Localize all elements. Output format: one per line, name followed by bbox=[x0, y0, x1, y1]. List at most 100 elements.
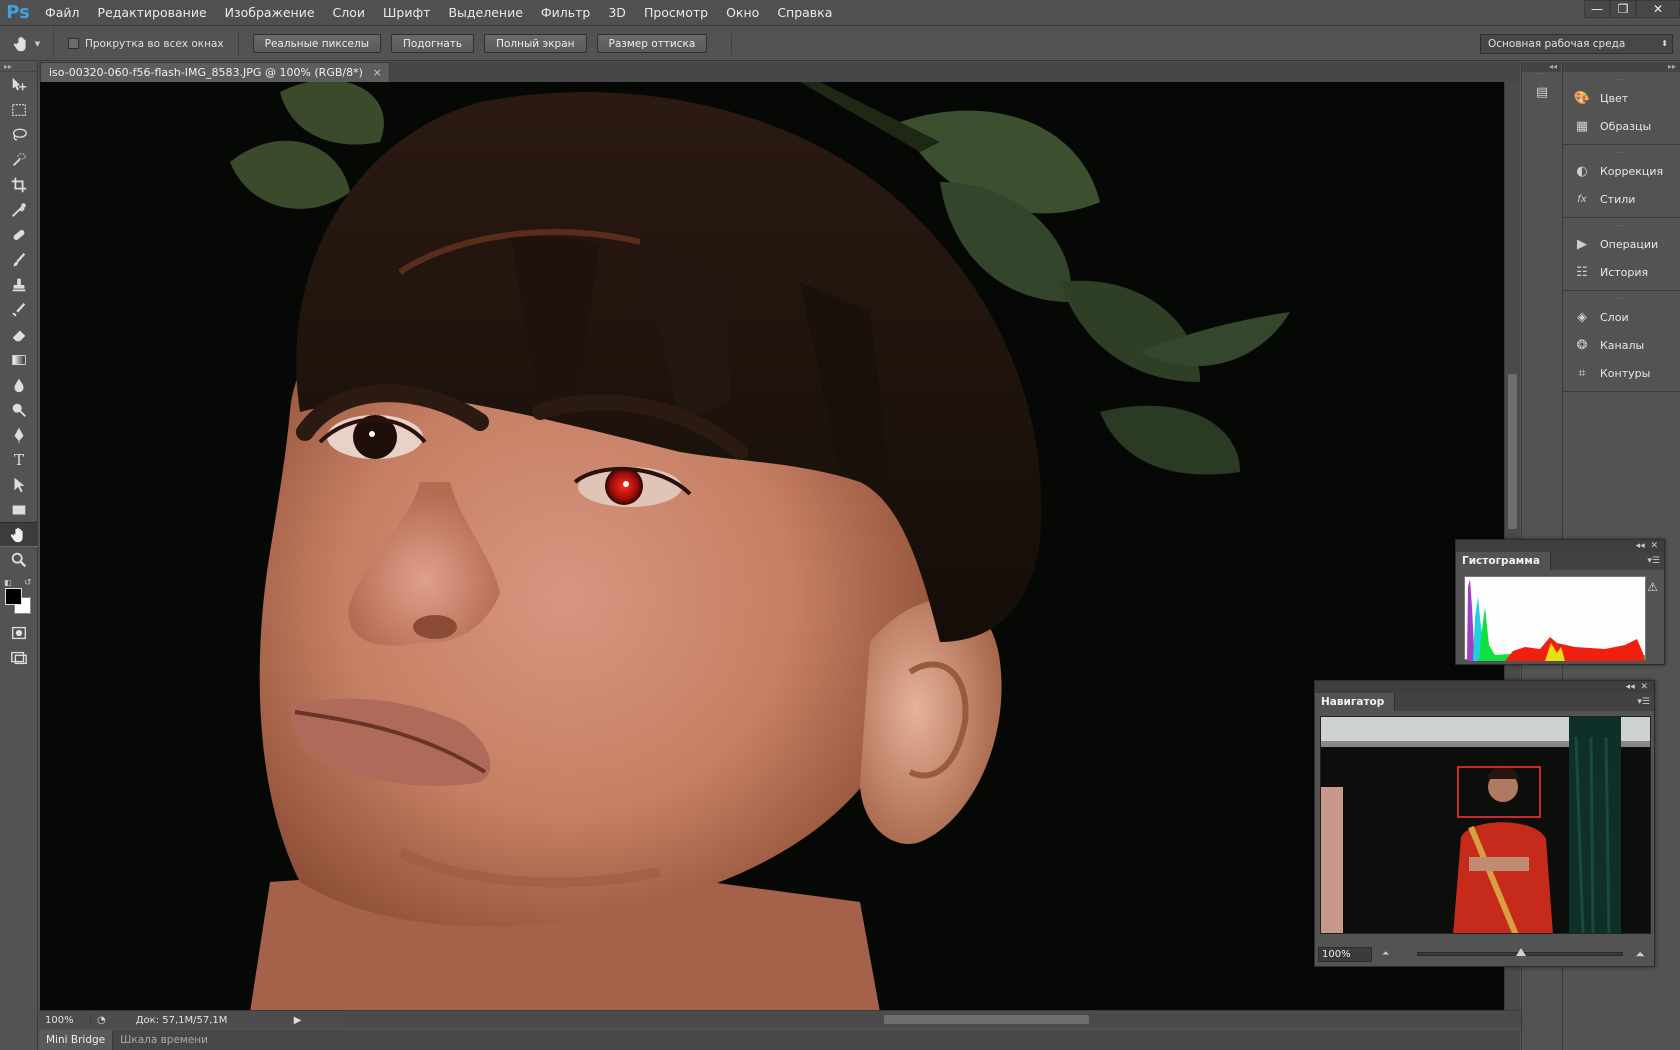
menu-file[interactable]: Файл bbox=[36, 0, 89, 26]
menu-image[interactable]: Изображение bbox=[216, 0, 324, 26]
menu-window[interactable]: Окно bbox=[717, 0, 768, 26]
dock-item-color[interactable]: 🎨 Цвет bbox=[1563, 84, 1680, 112]
scroll-all-windows-label: Прокрутка во всех окнах bbox=[85, 37, 224, 50]
zoom-out-icon[interactable]: ⏶ bbox=[1382, 949, 1389, 959]
navigator-thumbnail[interactable] bbox=[1320, 716, 1651, 934]
hand-tool-icon[interactable] bbox=[0, 522, 38, 547]
menu-help[interactable]: Справка bbox=[768, 0, 841, 26]
dock-item-adjustments[interactable]: ◐ Коррекция bbox=[1563, 157, 1680, 185]
tab-histogram[interactable]: Гистограмма bbox=[1456, 552, 1551, 570]
vertical-scroll-thumb[interactable] bbox=[1508, 374, 1517, 529]
crop-tool-icon[interactable] bbox=[0, 172, 38, 197]
dock-item-channels[interactable]: ❂ Каналы bbox=[1563, 331, 1680, 359]
separator bbox=[237, 32, 239, 55]
quick-mask-icon[interactable] bbox=[0, 620, 38, 645]
histogram-plot bbox=[1467, 579, 1645, 661]
horizontal-scroll-thumb[interactable] bbox=[884, 1015, 1089, 1024]
zoom-in-icon[interactable]: ⏶ bbox=[1635, 947, 1645, 962]
fill-screen-button[interactable]: Полный экран bbox=[484, 34, 587, 53]
panel-controls: ◂◂ ✕ bbox=[1315, 681, 1654, 693]
panel-menu-icon[interactable]: ▾☰ bbox=[1647, 552, 1660, 570]
move-tool-icon[interactable] bbox=[0, 72, 38, 97]
eyedropper-tool-icon[interactable] bbox=[0, 197, 38, 222]
dock-item-styles[interactable]: fx Стили bbox=[1563, 185, 1680, 213]
document-canvas[interactable] bbox=[40, 82, 1504, 1010]
history-brush-tool-icon[interactable] bbox=[0, 297, 38, 322]
pen-tool-icon[interactable] bbox=[0, 422, 38, 447]
swap-colors-icon[interactable]: ↺ bbox=[24, 578, 32, 588]
close-tab-icon[interactable]: × bbox=[373, 63, 382, 82]
warning-icon[interactable]: ⚠ bbox=[1647, 580, 1658, 594]
navigator-panel: ◂◂ ✕ Навигатор ▾☰ 100% ⏶ ⏶ bbox=[1314, 680, 1655, 967]
close-icon[interactable]: ✕ bbox=[1636, 0, 1680, 18]
collapse-icon[interactable]: ▸▸ bbox=[0, 62, 37, 72]
screen-mode-icon[interactable] bbox=[0, 645, 38, 670]
menu-type[interactable]: Шрифт bbox=[374, 0, 439, 26]
fit-screen-button[interactable]: Подогнать bbox=[390, 34, 475, 53]
rectangle-tool-icon[interactable] bbox=[0, 497, 38, 522]
status-info-icon[interactable]: ◔ bbox=[97, 1015, 106, 1026]
zoom-slider-knob[interactable] bbox=[1516, 948, 1527, 956]
healing-brush-tool-icon[interactable] bbox=[0, 222, 38, 247]
panel-menu-icon[interactable]: ▾☰ bbox=[1637, 693, 1650, 711]
dock-group: ····· 🎨 Цвет ▦ Образцы bbox=[1563, 72, 1680, 145]
status-zoom[interactable]: 100% bbox=[39, 1014, 91, 1026]
close-icon[interactable]: ✕ bbox=[1650, 541, 1658, 551]
dodge-tool-icon[interactable] bbox=[0, 397, 38, 422]
navigator-zoom-input[interactable]: 100% bbox=[1318, 946, 1372, 962]
menu-view[interactable]: Просмотр bbox=[635, 0, 717, 26]
actual-pixels-button[interactable]: Реальные пикселы bbox=[252, 34, 381, 53]
dock-item-swatches[interactable]: ▦ Образцы bbox=[1563, 112, 1680, 140]
channels-icon: ❂ bbox=[1576, 337, 1588, 353]
dock-item-actions[interactable]: ▶ Операции bbox=[1563, 230, 1680, 258]
dock-item-label: Коррекция bbox=[1600, 164, 1664, 178]
tab-navigator[interactable]: Навигатор bbox=[1315, 693, 1396, 711]
tab-mini-bridge[interactable]: Mini Bridge bbox=[39, 1030, 114, 1050]
dock-item-layers[interactable]: ◈ Слои bbox=[1563, 303, 1680, 331]
photo-portrait-image bbox=[40, 82, 1504, 1010]
dock-item-paths[interactable]: ⌗ Контуры bbox=[1563, 359, 1680, 387]
brush-tool-icon[interactable] bbox=[0, 247, 38, 272]
close-icon[interactable]: ✕ bbox=[1640, 682, 1648, 692]
updown-arrow-icon: ⬍ bbox=[1661, 39, 1668, 48]
histogram-graph bbox=[1464, 576, 1646, 661]
menu-select[interactable]: Выделение bbox=[439, 0, 531, 26]
dock-item-history[interactable]: ☷ История bbox=[1563, 258, 1680, 286]
workspace-select[interactable]: Основная рабочая среда ⬍ bbox=[1480, 34, 1673, 54]
document-tab[interactable]: iso-00320-060-f56-flash-IMG_8583.JPG @ 1… bbox=[40, 62, 390, 82]
restore-icon[interactable]: ❐ bbox=[1610, 0, 1636, 18]
gradient-tool-icon[interactable] bbox=[0, 347, 38, 372]
scroll-all-windows-option[interactable]: Прокрутка во всех окнах bbox=[68, 38, 224, 50]
quick-selection-tool-icon[interactable] bbox=[0, 147, 38, 172]
marquee-tool-icon[interactable] bbox=[0, 97, 38, 122]
lasso-tool-icon[interactable] bbox=[0, 122, 38, 147]
horizontal-scrollbar[interactable] bbox=[344, 1013, 1539, 1026]
menu-edit[interactable]: Редактирование bbox=[89, 0, 216, 26]
status-menu-arrow-icon[interactable]: ▶ bbox=[294, 1015, 302, 1026]
menu-layers[interactable]: Слои bbox=[324, 0, 375, 26]
collapse-icon[interactable]: ◂◂ bbox=[1626, 682, 1635, 692]
clone-stamp-tool-icon[interactable] bbox=[0, 272, 38, 297]
navigator-zoom-slider[interactable] bbox=[1417, 948, 1624, 956]
menu-3d[interactable]: 3D bbox=[599, 0, 635, 26]
type-tool-icon[interactable]: T bbox=[0, 447, 38, 472]
eraser-tool-icon[interactable] bbox=[0, 322, 38, 347]
path-selection-tool-icon[interactable] bbox=[0, 472, 38, 497]
tool-preset-picker[interactable]: ▼ bbox=[0, 26, 54, 61]
collapse-icon[interactable]: ◂◂ bbox=[1636, 541, 1645, 551]
foreground-color[interactable] bbox=[5, 588, 22, 605]
zoom-tool-icon[interactable] bbox=[0, 547, 38, 572]
navigator-preview-image bbox=[1321, 717, 1650, 933]
print-size-button[interactable]: Размер оттиска bbox=[596, 34, 708, 53]
document-tab-title: iso-00320-060-f56-flash-IMG_8583.JPG @ 1… bbox=[49, 66, 363, 79]
blur-tool-icon[interactable] bbox=[0, 372, 38, 397]
collapse-icon[interactable]: ▸▸ bbox=[1563, 62, 1680, 72]
minimize-icon[interactable]: — bbox=[1584, 0, 1610, 18]
panel-options-icon[interactable]: ▤ bbox=[1522, 78, 1561, 106]
default-colors-icon[interactable]: ◧ bbox=[4, 578, 12, 587]
photoshop-logo: Ps bbox=[6, 2, 30, 23]
scroll-all-windows-checkbox[interactable] bbox=[68, 38, 79, 49]
menu-filter[interactable]: Фильтр bbox=[532, 0, 599, 26]
swatches-icon: ▦ bbox=[1575, 118, 1589, 134]
tab-timeline[interactable]: Шкала времени bbox=[113, 1030, 215, 1050]
